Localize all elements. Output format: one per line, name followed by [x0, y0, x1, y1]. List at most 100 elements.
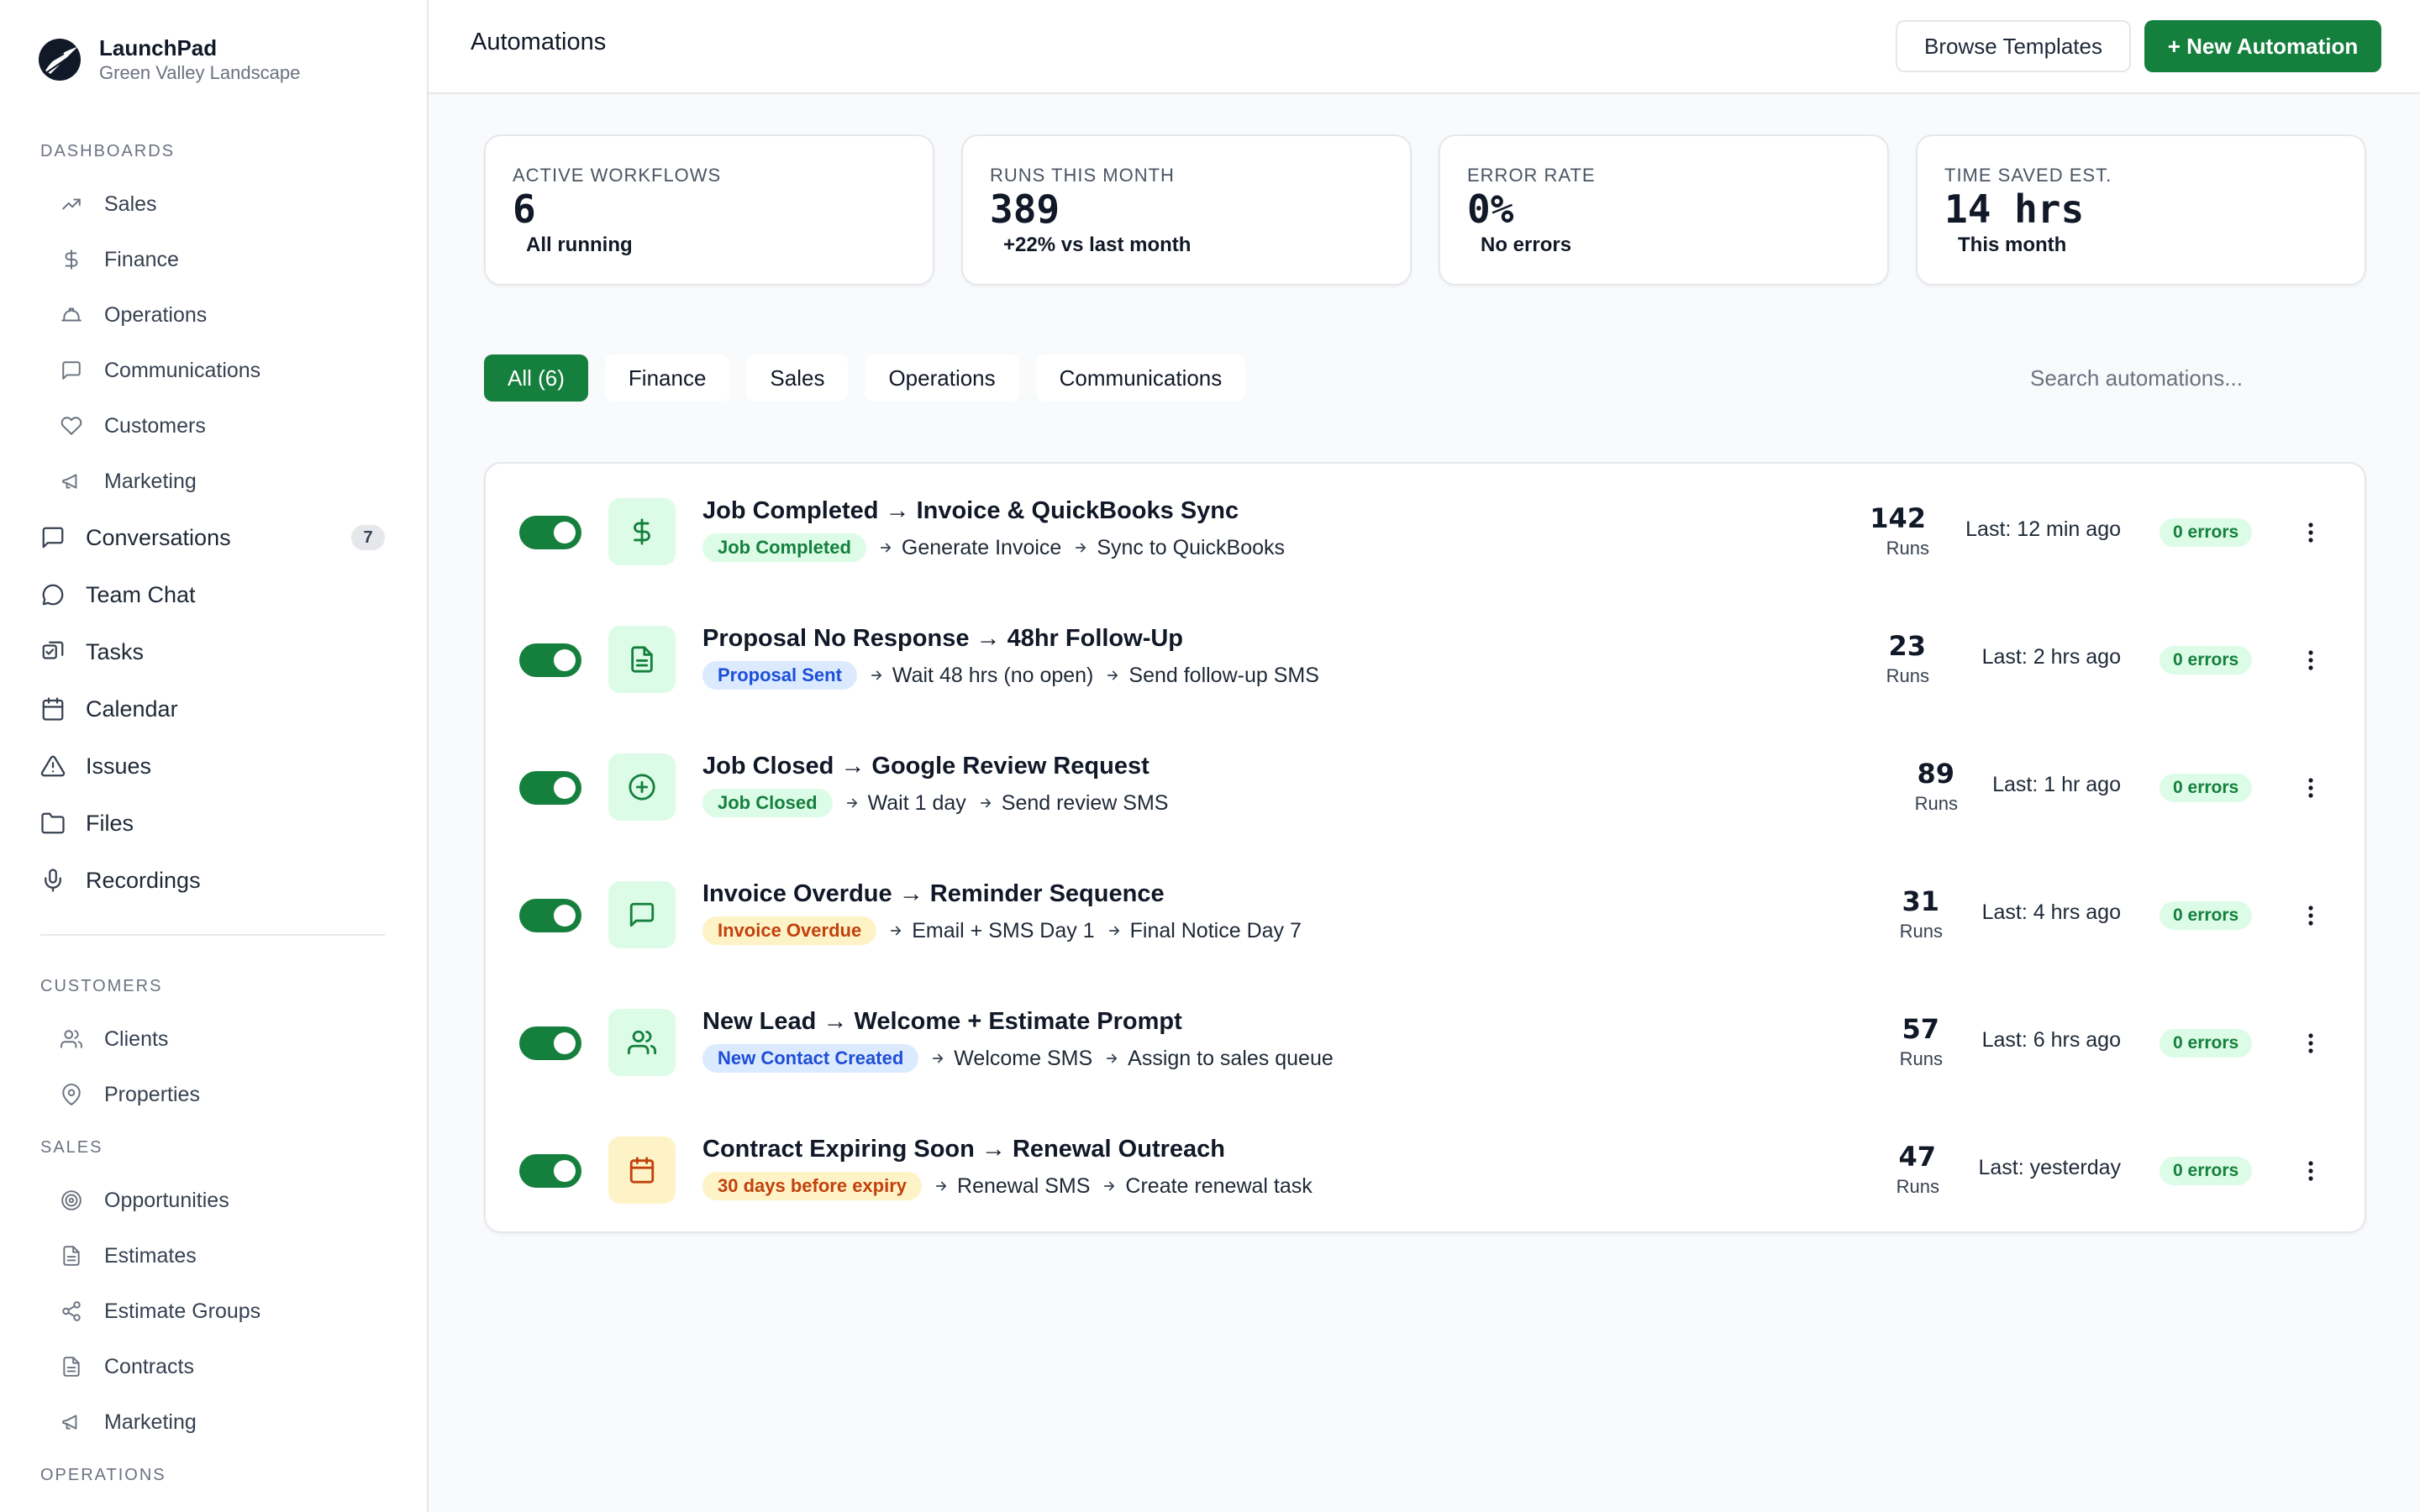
more-vertical-icon[interactable]	[2294, 1025, 2328, 1062]
automation-title[interactable]: New Lead → Welcome + Estimate Prompt	[702, 1008, 1182, 1036]
runs-count: 142	[1870, 502, 1926, 534]
sidebar-item-label: Estimate Groups	[104, 1299, 261, 1323]
sidebar-item-operations[interactable]: Operations	[0, 287, 427, 343]
enable-toggle[interactable]	[519, 1154, 581, 1188]
automation-row[interactable]: Proposal No Response → 48hr Follow-Up Pro…	[486, 595, 2365, 722]
file-icon	[60, 1245, 82, 1267]
megaphone-icon	[60, 470, 82, 492]
users-icon	[608, 1009, 676, 1076]
enable-toggle[interactable]	[519, 643, 581, 677]
sidebar-item-customers[interactable]: Customers	[0, 398, 427, 454]
page-title: Automations	[471, 29, 607, 55]
sidebar-item-recordings[interactable]: Recordings	[0, 852, 427, 909]
arrow-right-icon	[888, 923, 903, 938]
sidebar-item-team-chat[interactable]: Team Chat	[0, 566, 427, 623]
stat-value: 389	[990, 186, 1060, 232]
sidebar-item-contracts[interactable]: Contracts	[0, 1339, 427, 1394]
filter-chip-operations[interactable]: Operations	[865, 354, 1019, 402]
folder-icon	[40, 811, 66, 836]
enable-toggle[interactable]	[519, 1026, 581, 1060]
launchpad-logo-icon	[39, 39, 81, 81]
trigger-badge: Invoice Overdue	[702, 916, 877, 945]
filter-chip-communications[interactable]: Communications	[1035, 354, 1246, 402]
automation-row[interactable]: Contract Expiring Soon → Renewal Outreac…	[486, 1105, 2365, 1233]
automation-row[interactable]: Job Completed → Invoice & QuickBooks Syn…	[486, 467, 2365, 595]
toggle-knob	[554, 1032, 576, 1054]
automation-row[interactable]: Invoice Overdue → Reminder Sequence Invoi…	[486, 850, 2365, 978]
arrow-right-icon	[878, 540, 893, 555]
step-label: Wait 1 day	[867, 790, 966, 815]
sidebar-item-label: Conversations	[86, 524, 231, 550]
sidebar-item-communications[interactable]: Communications	[0, 343, 427, 398]
sidebar-item-estimate-groups[interactable]: Estimate Groups	[0, 1284, 427, 1339]
brand[interactable]: LaunchPad Green Valley Landscape	[39, 34, 300, 86]
sidebar-divider	[40, 934, 385, 936]
enable-toggle[interactable]	[519, 516, 581, 549]
sidebar-item-label: Marketing	[104, 469, 197, 493]
more-vertical-icon[interactable]	[2294, 897, 2328, 934]
step-label: Welcome SMS	[954, 1046, 1093, 1070]
arrow-right-icon	[1102, 1179, 1117, 1194]
more-vertical-icon[interactable]	[2294, 769, 2328, 806]
search-automations-input[interactable]	[2030, 354, 2366, 402]
automation-title[interactable]: Proposal No Response → 48hr Follow-Up	[702, 625, 1183, 653]
sidebar-item-files[interactable]: Files	[0, 795, 427, 852]
enable-toggle[interactable]	[519, 899, 581, 932]
runs-label: Runs	[1899, 921, 1943, 942]
last-run-time: Last: yesterday	[1978, 1156, 2121, 1179]
enable-toggle[interactable]	[519, 771, 581, 805]
sidebar-item-sales[interactable]: Sales	[0, 176, 427, 232]
dollar-icon	[608, 498, 676, 565]
new-automation-button[interactable]: + New Automation	[2144, 20, 2381, 72]
stat-card-runs-this-month: RUNS THIS MONTH 389 +22% vs last month	[961, 134, 1412, 286]
arrow-right-icon	[1105, 668, 1120, 683]
step-label: Wait 48 hrs (no open)	[892, 663, 1094, 687]
toggle-knob	[554, 777, 576, 799]
runs-label: Runs	[1899, 1048, 1943, 1069]
sidebar-item-marketing[interactable]: Marketing	[0, 454, 427, 509]
automation-title[interactable]: Contract Expiring Soon → Renewal Outreac…	[702, 1136, 1225, 1163]
browse-templates-button[interactable]: Browse Templates	[1896, 20, 2131, 72]
sidebar-item-label: Communications	[104, 358, 261, 382]
stat-card-active-workflows: ACTIVE WORKFLOWS 6 All running	[484, 134, 934, 286]
step-label: Email + SMS Day 1	[912, 918, 1095, 942]
more-vertical-icon[interactable]	[2294, 1152, 2328, 1189]
more-vertical-icon[interactable]	[2294, 642, 2328, 679]
filter-chip-all-6[interactable]: All (6)	[484, 354, 588, 402]
automation-title[interactable]: Invoice Overdue → Reminder Sequence	[702, 880, 1165, 908]
mic-icon	[40, 868, 66, 893]
automation-row[interactable]: New Lead → Welcome + Estimate Prompt New …	[486, 978, 2365, 1105]
runs-label: Runs	[1914, 793, 1958, 814]
sidebar-item-label: Tasks	[86, 638, 145, 664]
arrow-right-icon	[844, 795, 860, 811]
message-circle-icon	[40, 582, 66, 607]
more-vertical-icon[interactable]	[2294, 514, 2328, 551]
sidebar-item-calendar[interactable]: Calendar	[0, 680, 427, 738]
users-icon	[60, 1028, 82, 1050]
last-run-time: Last: 12 min ago	[1965, 517, 2121, 541]
sidebar-item-clients[interactable]: Clients	[0, 1011, 427, 1067]
megaphone-icon	[60, 1411, 82, 1433]
trigger-badge: Job Completed	[702, 533, 866, 562]
sidebar-item-finance[interactable]: Finance	[0, 232, 427, 287]
sidebar-item-issues[interactable]: Issues	[0, 738, 427, 795]
sidebar-item-tasks[interactable]: Tasks	[0, 623, 427, 680]
automation-title[interactable]: Job Closed → Google Review Request	[702, 753, 1150, 780]
sidebar-item-label: Files	[86, 810, 134, 836]
share-icon	[60, 1300, 82, 1322]
automation-row[interactable]: Job Closed → Google Review Request Job Cl…	[486, 722, 2365, 850]
automation-steps: Job Completed Generate Invoice Sync to Qui…	[702, 533, 1285, 563]
last-run-time: Last: 2 hrs ago	[1981, 645, 2121, 669]
filter-chip-sales[interactable]: Sales	[746, 354, 849, 402]
error-count-badge: 0 errors	[2160, 774, 2253, 802]
sidebar-item-estimates[interactable]: Estimates	[0, 1228, 427, 1284]
sidebar-item-marketing[interactable]: Marketing	[0, 1394, 427, 1450]
sidebar-item-opportunities[interactable]: Opportunities	[0, 1173, 427, 1228]
arrow-right-icon	[1073, 540, 1088, 555]
automation-steps: Proposal Sent Wait 48 hrs (no open) Send f…	[702, 660, 1319, 690]
sidebar-item-conversations[interactable]: Conversations 7	[0, 509, 427, 566]
sidebar-item-properties[interactable]: Properties	[0, 1067, 427, 1122]
sidebar-item-label: Customers	[104, 413, 206, 438]
filter-chip-finance[interactable]: Finance	[604, 354, 730, 402]
automation-title[interactable]: Job Completed → Invoice & QuickBooks Syn…	[702, 497, 1239, 525]
